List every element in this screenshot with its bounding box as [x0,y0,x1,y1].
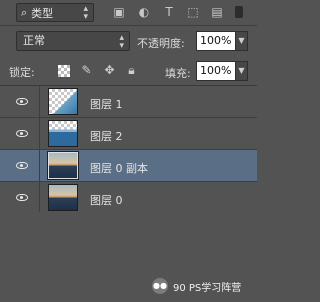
layer-name: 图层 1 [90,98,123,111]
layer-row[interactable]: 图层 1 [0,86,257,118]
opacity-dropdown-button[interactable]: ▼ [235,31,248,51]
eye-icon [16,162,28,169]
filter-toggle-switch[interactable] [235,6,243,18]
fill-input[interactable]: 100% [196,61,236,81]
visibility-toggle[interactable] [6,182,40,213]
layer-thumbnail [48,184,78,211]
lock-position-icon[interactable]: ✥ [103,64,116,77]
lock-label: 锁定: [9,66,35,79]
image-filter-icon[interactable]: ▣ [112,5,126,19]
opacity-input[interactable]: 100% [196,31,236,51]
layer-filter-bar: ⌕ 类型 ▴ ▾ ▣ ◐ T ⬚ ▤ [0,0,257,26]
adjustment-filter-icon[interactable]: ◐ [137,5,151,19]
smart-object-filter-icon[interactable]: ▤ [210,5,224,19]
layer-thumbnail [48,88,78,115]
visibility-toggle[interactable] [6,150,40,181]
fill-dropdown-button[interactable]: ▼ [235,61,248,81]
watermark-text: 90 PS学习阵营 [173,282,242,294]
eye-icon [16,130,28,137]
select-arrows-icon: ▴ ▾ [83,4,88,22]
type-filter-icon[interactable]: T [162,5,176,19]
layer-kind-filter-label: 类型 [31,6,54,20]
layer-row[interactable]: 图层 2 [0,118,257,150]
blend-mode-bar: 正常 ▴ ▾ 不透明度: 100% ▼ [0,26,257,56]
search-icon: ⌕ [21,5,28,19]
shape-filter-icon[interactable]: ⬚ [186,5,200,19]
wechat-logo-icon: ●● [152,278,168,294]
eye-icon [16,194,28,201]
eye-icon [16,98,28,105]
blend-mode-select[interactable]: 正常 ▴ ▾ [16,31,130,51]
blend-mode-value: 正常 [23,34,45,47]
select-arrows-icon: ▴ ▾ [119,33,124,51]
layer-kind-filter-select[interactable]: ⌕ 类型 ▴ ▾ [16,3,94,22]
layer-row[interactable]: 图层 0 [0,182,257,214]
lock-image-pixels-icon[interactable]: ✎ [80,64,93,77]
layer-thumbnail [48,120,78,147]
watermark: ●● 90 PS学习阵营 [152,278,241,294]
opacity-label: 不透明度: [137,37,185,50]
layer-name: 图层 0 [90,194,123,207]
lock-transparent-pixels-icon[interactable] [58,65,70,77]
layer-row-selected[interactable]: 图层 0 副本 [0,150,257,182]
lock-all-icon[interactable]: 🔒︎ [125,64,138,77]
lock-bar: 锁定: ✎ ✥ 🔒︎ 填充: 100% ▼ [0,56,257,86]
layer-name: 图层 2 [90,130,123,143]
layer-thumbnail [47,151,79,180]
visibility-toggle[interactable] [6,86,40,117]
layer-name: 图层 0 副本 [90,162,148,175]
visibility-toggle[interactable] [6,118,40,149]
fill-label: 填充: [165,67,191,80]
layers-list: 图层 1 图层 2 图层 0 副本 图层 0 [0,86,257,214]
